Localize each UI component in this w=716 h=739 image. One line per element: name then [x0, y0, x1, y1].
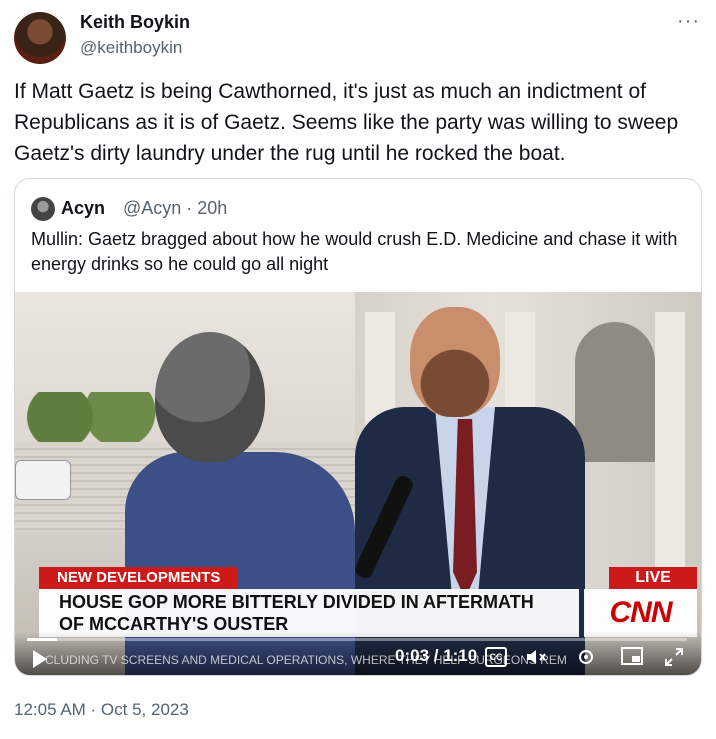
tweet-text: If Matt Gaetz is being Cawthorned, it's …: [14, 80, 679, 165]
progress-fill: [27, 638, 57, 641]
fullscreen-icon[interactable]: [663, 647, 685, 667]
video-frame-car: [15, 460, 71, 500]
chyron-banner: NEW DEVELOPMENTS: [39, 567, 239, 589]
author-avatar[interactable]: [14, 12, 66, 64]
author-name[interactable]: Keith Boykin: [80, 12, 190, 33]
captions-icon[interactable]: CC: [485, 647, 507, 667]
settings-gear-icon[interactable]: [575, 647, 597, 667]
progress-bar[interactable]: [27, 638, 687, 641]
time-display: 0:03 / 1:10: [395, 646, 478, 665]
quoted-author-name[interactable]: Acyn: [61, 198, 105, 219]
more-options-icon[interactable]: ···: [677, 10, 700, 33]
quoted-tweet[interactable]: Acyn @Acyn · 20h Mullin: Gaetz bragged a…: [14, 178, 702, 676]
mullin-head: [410, 307, 500, 417]
cnn-logo: CNN: [584, 589, 697, 637]
tweet-timestamp[interactable]: 12:05 AM · Oct 5, 2023: [14, 700, 189, 720]
picture-in-picture-icon[interactable]: [621, 647, 643, 667]
video-frame-arch: [575, 322, 655, 462]
quoted-tweet-text: Mullin: Gaetz bragged about how he would…: [31, 229, 678, 274]
mute-icon[interactable]: [525, 647, 547, 667]
reporter-head: [155, 332, 265, 462]
chyron-headline: HOUSE GOP MORE BITTERLY DIVIDED IN AFTER…: [39, 589, 579, 637]
video-controls: CLUDING TV SCREENS AND MEDICAL OPERATION…: [15, 632, 701, 675]
play-icon[interactable]: [33, 650, 47, 668]
chyron-live-badge: LIVE: [609, 567, 697, 589]
quoted-author-meta: @Acyn · 20h: [123, 198, 228, 218]
quoted-avatar[interactable]: [31, 197, 55, 221]
building-column: [655, 312, 685, 572]
video-player[interactable]: NEW DEVELOPMENTS LIVE HOUSE GOP MORE BIT…: [15, 292, 701, 675]
author-handle[interactable]: @keithboykin: [80, 38, 182, 58]
